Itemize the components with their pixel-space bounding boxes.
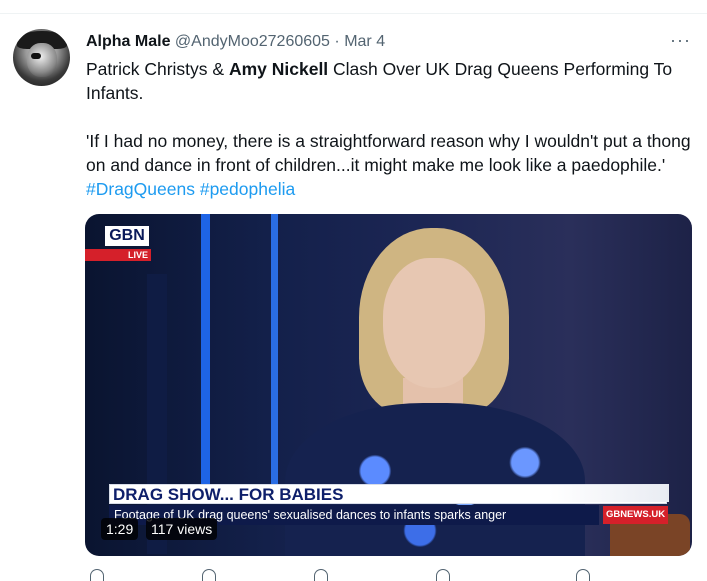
retweet-icon[interactable] [202,569,216,581]
views-icon[interactable] [436,569,450,581]
reply-icon[interactable] [90,569,104,581]
separator-dot: · [334,33,340,50]
avatar-face [27,43,57,77]
text-bold: Amy Nickell [228,59,329,79]
avatar[interactable] [13,29,70,86]
author-handle[interactable]: @AndyMoo27260605 [175,33,330,50]
share-icon[interactable] [576,569,590,581]
live-badge: LIVE [85,249,151,261]
studio-light-stripe [201,214,210,494]
text-part1: Patrick Christys & [86,59,229,79]
tweet-quote: 'If I had no money, there is a straightf… [86,131,691,175]
tweet-quote-paragraph: 'If I had no money, there is a straightf… [86,129,698,201]
video-player[interactable]: GBN LIVE DRAG SHOW... FOR BABIES Footage… [85,214,692,556]
avatar-eyepatch [31,53,41,59]
hashtag-dragqueens[interactable]: #DragQueens [86,179,195,199]
presenter-dress [285,403,585,556]
tweet-text: Patrick Christys & Amy Nickell Clash Ove… [86,57,698,201]
author-name[interactable]: Alpha Male [86,33,170,50]
video-duration: 1:29 [101,518,139,540]
presenter-face [383,258,485,388]
hashtag-pedophelia[interactable]: #pedophelia [200,179,295,199]
tweet-headline: Patrick Christys & Amy Nickell Clash Ove… [86,57,698,105]
like-icon[interactable] [314,569,328,581]
site-tag: GBNEWS.UK [603,506,668,524]
video-views: 117 views [146,518,218,540]
top-divider [0,13,707,14]
action-bar [86,569,606,581]
gbn-logo: GBN [105,226,149,246]
more-icon[interactable]: ··· [670,30,691,51]
tweet-date[interactable]: Mar 4 [344,33,385,50]
tweet-header: Alpha Male @AndyMoo27260605 · Mar 4 [86,32,385,52]
headline-fade [549,484,669,502]
